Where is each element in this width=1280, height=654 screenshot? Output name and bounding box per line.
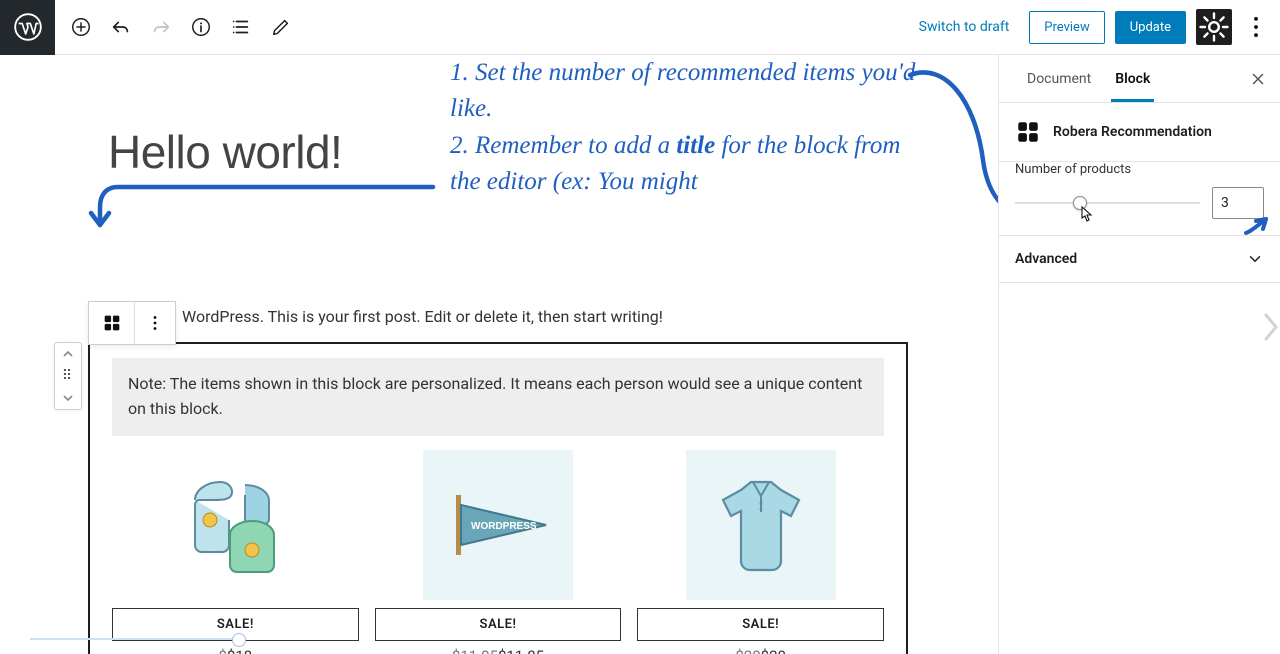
price: $11.05$11.05 bbox=[452, 647, 544, 654]
block-mover: ⠿ bbox=[54, 342, 82, 410]
toolbar-left-group bbox=[55, 9, 307, 45]
sidebar-close-button[interactable] bbox=[1242, 63, 1274, 95]
chevron-down-icon bbox=[1246, 250, 1264, 268]
block-note: Note: The items shown in this block are … bbox=[112, 358, 884, 436]
sale-badge: SALE! bbox=[637, 608, 884, 641]
editor-workspace: 1. Set the number of recommended items y… bbox=[0, 55, 1280, 654]
advanced-panel-toggle[interactable]: Advanced bbox=[999, 236, 1280, 283]
preview-button[interactable]: Preview bbox=[1029, 11, 1104, 44]
drag-handle[interactable]: ⠿ bbox=[55, 365, 81, 387]
redo-button[interactable] bbox=[143, 9, 179, 45]
block-toolbar bbox=[88, 301, 176, 345]
block-name: Robera Recommendation bbox=[1053, 124, 1212, 140]
more-vertical-icon bbox=[1242, 13, 1270, 41]
toolbar-right-group: Switch to draft Preview Update bbox=[909, 9, 1280, 45]
sidebar-tabs: Document Block bbox=[999, 55, 1280, 103]
update-button[interactable]: Update bbox=[1115, 11, 1186, 44]
outline-button[interactable] bbox=[223, 9, 259, 45]
move-up-button[interactable] bbox=[55, 343, 81, 365]
number-of-products-label: Number of products bbox=[1015, 162, 1280, 177]
settings-sidebar: Document Block Robera Recommendation Num… bbox=[998, 55, 1280, 654]
annotation-line-2: 2. Remember to add a title for the block… bbox=[450, 128, 920, 201]
undo-button[interactable] bbox=[103, 9, 139, 45]
product-card: SALE! $20$20 Add to cart bbox=[637, 450, 884, 654]
settings-toggle-button[interactable] bbox=[1196, 9, 1232, 45]
undo-icon bbox=[110, 16, 132, 38]
block-identity: Robera Recommendation bbox=[999, 103, 1280, 162]
add-block-button[interactable] bbox=[63, 9, 99, 45]
info-button[interactable] bbox=[183, 9, 219, 45]
block-more-button[interactable] bbox=[135, 302, 175, 344]
info-icon bbox=[190, 16, 212, 38]
list-icon bbox=[230, 16, 252, 38]
block-type-button[interactable] bbox=[89, 302, 135, 344]
wp-logo-button[interactable] bbox=[0, 0, 55, 55]
product-image: WORDPRESS bbox=[423, 450, 573, 600]
annotation-line-1: 1. Set the number of recommended items y… bbox=[450, 55, 920, 128]
timeline-rule bbox=[30, 638, 240, 640]
wordpress-icon bbox=[14, 13, 42, 41]
editor-top-toolbar: Switch to draft Preview Update bbox=[0, 0, 1280, 55]
chevron-up-icon bbox=[62, 348, 74, 360]
switch-to-draft-link[interactable]: Switch to draft bbox=[909, 11, 1020, 43]
apparel-icon bbox=[175, 465, 295, 585]
product-card: WORDPRESS SALE! $11.05$11.05 Add to cart bbox=[375, 450, 622, 654]
plus-circle-icon bbox=[70, 16, 92, 38]
tab-document[interactable]: Document bbox=[1015, 57, 1103, 101]
title-underline bbox=[108, 187, 428, 188]
price: $20$20 bbox=[735, 647, 786, 654]
redo-icon bbox=[150, 16, 172, 38]
tab-block[interactable]: Block bbox=[1103, 57, 1162, 101]
gear-icon bbox=[1196, 9, 1232, 45]
block-grid-icon bbox=[101, 312, 123, 334]
pennant-icon: WORDPRESS bbox=[438, 465, 558, 585]
close-icon bbox=[1249, 70, 1267, 88]
move-down-button[interactable] bbox=[55, 387, 81, 409]
number-slider[interactable] bbox=[1015, 202, 1200, 204]
more-menu-button[interactable] bbox=[1242, 9, 1270, 45]
edit-button[interactable] bbox=[263, 9, 299, 45]
annotation-text: 1. Set the number of recommended items y… bbox=[450, 55, 920, 200]
annotation-arrow-left bbox=[88, 177, 438, 237]
product-card: SALE! $$18 Add to cart bbox=[112, 450, 359, 654]
chevron-right-icon bbox=[1260, 305, 1280, 349]
product-row: SALE! $$18 Add to cart WORDPRESS SA bbox=[90, 450, 906, 654]
price: $$18 bbox=[218, 647, 252, 654]
annotation-arrowhead-icon bbox=[1244, 215, 1274, 237]
intro-paragraph[interactable]: WordPress. This is your first post. Edit… bbox=[182, 307, 663, 326]
svg-text:WORDPRESS: WORDPRESS bbox=[471, 521, 537, 532]
polo-shirt-icon bbox=[701, 465, 821, 585]
recommendation-block[interactable]: Note: The items shown in this block are … bbox=[88, 342, 908, 654]
product-image bbox=[686, 450, 836, 600]
block-grid-icon bbox=[1015, 119, 1041, 145]
editor-canvas[interactable]: 1. Set the number of recommended items y… bbox=[0, 55, 998, 654]
chevron-down-icon bbox=[62, 392, 74, 404]
product-image bbox=[160, 450, 310, 600]
sale-badge: SALE! bbox=[375, 608, 622, 641]
sidebar-expand-chevron[interactable] bbox=[1260, 305, 1280, 353]
cursor-pointer-icon bbox=[1076, 206, 1094, 232]
more-vertical-icon bbox=[144, 312, 166, 334]
pencil-icon bbox=[270, 16, 292, 38]
number-of-products-control: 3 bbox=[999, 187, 1280, 236]
